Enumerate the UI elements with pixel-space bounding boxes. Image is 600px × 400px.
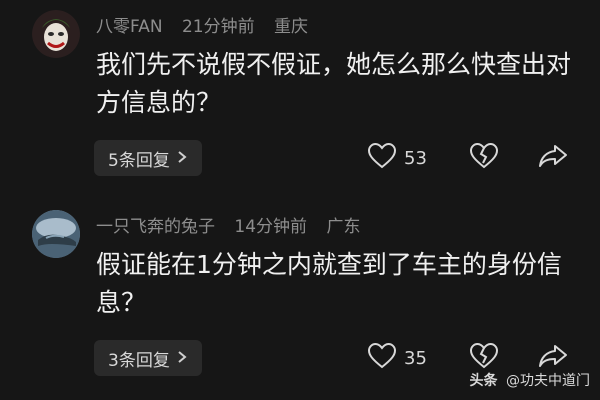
comment-item: 八零FAN 21分钟前 重庆 我们先不说假不假证，她怎么那么快查出对方信息的？ …	[0, 0, 600, 200]
location: 重庆	[274, 17, 309, 37]
like-button[interactable]: 53	[367, 140, 427, 176]
like-button[interactable]: 35	[367, 340, 427, 376]
timestamp: 21分钟前	[181, 17, 255, 37]
chevron-right-icon	[176, 349, 188, 368]
watermark-account: @功夫中道门	[506, 373, 590, 389]
comment-meta: 一只飞奔的兔子 14分钟前 广东	[96, 212, 374, 237]
share-button[interactable]	[538, 140, 568, 176]
watermark: 头条 @功夫中道门	[470, 370, 590, 390]
like-count: 35	[404, 347, 427, 369]
share-arrow-icon	[538, 343, 568, 373]
like-count: 53	[404, 147, 427, 169]
username[interactable]: 一只飞奔的兔子	[96, 217, 215, 237]
heart-icon	[367, 342, 397, 373]
heart-icon	[367, 142, 397, 173]
replies-label: 5条回复	[108, 150, 170, 171]
comment-text: 我们先不说假不假证，她怎么那么快查出对方信息的？	[96, 50, 572, 117]
share-arrow-icon	[538, 143, 568, 173]
location: 广东	[326, 217, 361, 237]
watermark-brand: 头条	[469, 373, 498, 389]
username[interactable]: 八零FAN	[96, 17, 163, 37]
comment-meta: 八零FAN 21分钟前 重庆	[96, 12, 322, 37]
view-replies-button[interactable]: 3条回复	[94, 340, 202, 376]
avatar[interactable]	[32, 10, 80, 58]
view-replies-button[interactable]: 5条回复	[94, 140, 202, 176]
chevron-right-icon	[176, 149, 188, 168]
avatar[interactable]	[32, 210, 80, 258]
comment-text: 假证能在1分钟之内就查到了车主的身份信息？	[96, 250, 562, 317]
broken-heart-icon	[469, 142, 499, 173]
replies-label: 3条回复	[108, 350, 170, 371]
dislike-button[interactable]	[469, 140, 499, 176]
comment-actions: 53	[360, 140, 590, 176]
timestamp: 14分钟前	[234, 217, 308, 237]
broken-heart-icon	[469, 342, 499, 373]
